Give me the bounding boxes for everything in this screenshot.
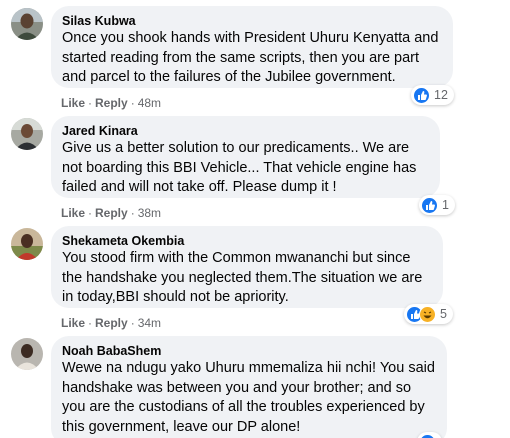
like-button[interactable]: Like [61, 316, 85, 330]
comment-actions: Like · Reply · 38m [61, 205, 161, 221]
comment-thread: Silas Kubwa Once you shook hands with Pr… [0, 0, 510, 438]
reply-button[interactable]: Reply [95, 316, 128, 330]
reaction-summary[interactable]: 5 [404, 304, 453, 324]
reaction-summary[interactable]: 12 [411, 85, 454, 105]
comment-author[interactable]: Jared Kinara [62, 123, 428, 139]
avatar[interactable] [11, 118, 43, 150]
separator: · [88, 96, 93, 110]
avatar[interactable] [11, 228, 43, 260]
comment-bubble: Noah BabaShem Wewe na ndugu yako Uhuru m… [51, 336, 447, 438]
comment-text: Wewe na ndugu yako Uhuru mmemaliza hii n… [62, 360, 435, 435]
separator: · [88, 206, 93, 220]
comment-author[interactable]: Silas Kubwa [62, 13, 441, 29]
reaction-count: 12 [434, 88, 448, 102]
separator: · [88, 316, 93, 330]
like-button[interactable]: Like [61, 96, 85, 110]
like-icon [419, 433, 436, 438]
comment-author[interactable]: Shekameta Okembia [62, 233, 431, 249]
avatar[interactable] [11, 8, 43, 40]
separator: · [130, 96, 135, 110]
like-icon [413, 86, 430, 104]
comment-timestamp[interactable]: 48m [138, 96, 161, 110]
comment-bubble: Jared Kinara Give us a better solution t… [51, 116, 440, 198]
comment-text: Give us a better solution to our predica… [62, 140, 417, 195]
comment-actions: Like · Reply · 34m [61, 315, 161, 331]
comment-timestamp[interactable]: 38m [138, 206, 161, 220]
comment-text: Once you shook hands with President Uhur… [62, 30, 439, 85]
comment-author[interactable]: Noah BabaShem [62, 343, 435, 359]
comment-bubble: Shekameta Okembia You stood firm with th… [51, 226, 443, 308]
separator: · [130, 316, 135, 330]
reaction-count: 1 [442, 198, 449, 212]
haha-icon [419, 305, 436, 323]
avatar[interactable] [11, 338, 43, 370]
reply-button[interactable]: Reply [95, 206, 128, 220]
like-icon [421, 196, 438, 214]
comment-timestamp[interactable]: 34m [138, 316, 161, 330]
separator: · [130, 206, 135, 220]
reaction-summary[interactable]: 1 [419, 195, 455, 215]
comment-bubble: Silas Kubwa Once you shook hands with Pr… [51, 6, 453, 88]
reaction-count: 5 [440, 307, 447, 321]
reply-button[interactable]: Reply [95, 96, 128, 110]
comment-actions: Like · Reply · 48m [61, 95, 161, 111]
like-button[interactable]: Like [61, 206, 85, 220]
comment-text: You stood firm with the Common mwananchi… [62, 250, 423, 305]
